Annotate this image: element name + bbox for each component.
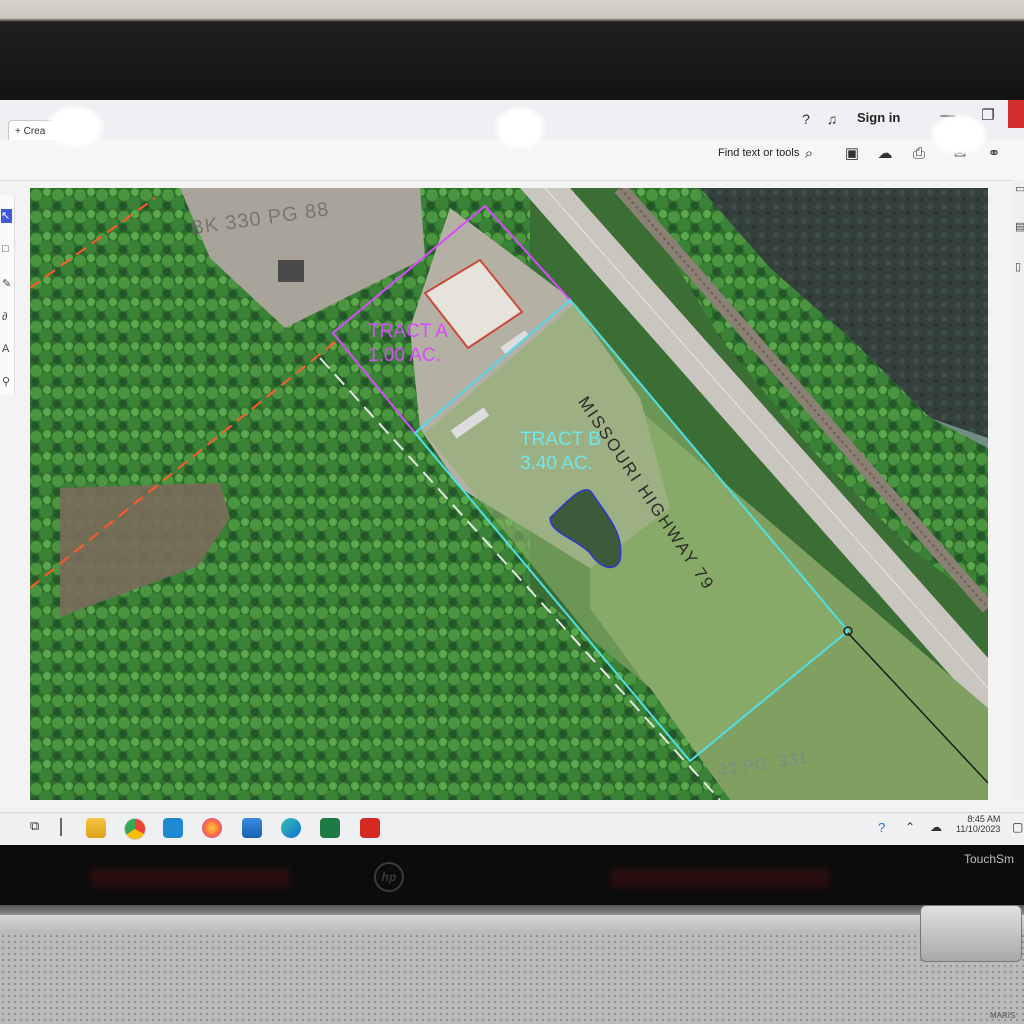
light-glare (494, 106, 546, 150)
close-button[interactable] (1008, 100, 1024, 128)
acrobat-icon[interactable] (360, 818, 380, 838)
cloud-upload-icon[interactable]: ☁ (875, 144, 895, 164)
link-icon[interactable]: ⚭ (984, 144, 1004, 164)
find-text-label[interactable]: Find text or tools (718, 147, 799, 159)
watermark: MARIS (990, 1011, 1016, 1020)
tools-rail: ↖ □ ✎ ∂ A ⚲ (0, 195, 15, 395)
stamp-tool-icon[interactable]: ⚲ (2, 375, 10, 388)
panel-comment-icon[interactable]: ▭ (1015, 182, 1024, 195)
save-icon[interactable]: ▣ (842, 144, 862, 164)
draw-tool-icon[interactable]: ∂ (2, 311, 7, 323)
screen-reflection (90, 868, 290, 888)
right-panel-rail: ▭ ▤ ▯ (1012, 180, 1024, 800)
taskbar (0, 812, 1024, 846)
clock-time: 8:45 AM (967, 814, 1001, 824)
firefox-icon[interactable] (202, 818, 222, 838)
store-icon[interactable] (163, 818, 183, 838)
light-glare (930, 114, 988, 156)
hinge-cover (920, 905, 1022, 962)
panel-pages-icon[interactable]: ▤ (1015, 220, 1024, 233)
aerial-map (30, 188, 988, 800)
chrome-icon[interactable] (124, 818, 146, 840)
pen-tool-icon[interactable]: ✎ (2, 277, 11, 290)
comment-tool-icon[interactable]: □ (2, 243, 9, 255)
laptop-bezel-top (0, 0, 1024, 110)
tray-chevron-icon[interactable]: ⌃ (905, 820, 915, 834)
file-explorer-icon[interactable] (86, 818, 106, 838)
shed (278, 260, 304, 282)
panel-bookmark-icon[interactable]: ▯ (1015, 260, 1021, 273)
hp-logo: hp (374, 862, 404, 892)
tract-a-area: 1.00 AC. (368, 345, 441, 366)
edge-icon[interactable] (281, 818, 301, 838)
tract-a-label: TRACT A 1.00 AC. (368, 320, 478, 368)
onedrive-icon[interactable]: ☁ (930, 820, 942, 834)
light-glare (45, 105, 105, 149)
remote-desktop-icon[interactable] (242, 818, 262, 838)
clock-date: 11/10/2023 (956, 824, 1001, 834)
clock[interactable]: 8:45 AM 11/10/2023 (956, 814, 1000, 834)
document-page[interactable]: BK 330 PG 88 TRACT A 1.00 AC. TRACT B 3.… (30, 188, 988, 800)
excel-icon[interactable] (320, 818, 340, 838)
help-icon[interactable]: ? (796, 109, 816, 129)
task-view-icon[interactable]: ⧉ (30, 818, 39, 834)
tract-a-name: TRACT A (368, 321, 448, 342)
sign-in-button[interactable]: Sign in (857, 110, 900, 125)
taskbar-divider (60, 818, 62, 836)
screen-reflection-right (610, 868, 830, 888)
notification-icon[interactable]: ▢ (1012, 820, 1023, 834)
search-icon[interactable]: ⌕ (799, 144, 819, 164)
print-icon[interactable]: ⎙ (908, 144, 930, 164)
text-tool-icon[interactable]: A (2, 343, 9, 355)
touchsmart-label: TouchSm (964, 852, 1015, 866)
bell-icon[interactable]: ♫ (822, 109, 842, 129)
select-tool-icon[interactable]: ↖ (1, 209, 12, 223)
deck-edge (0, 915, 1024, 933)
tray-help-icon[interactable]: ? (878, 820, 885, 835)
